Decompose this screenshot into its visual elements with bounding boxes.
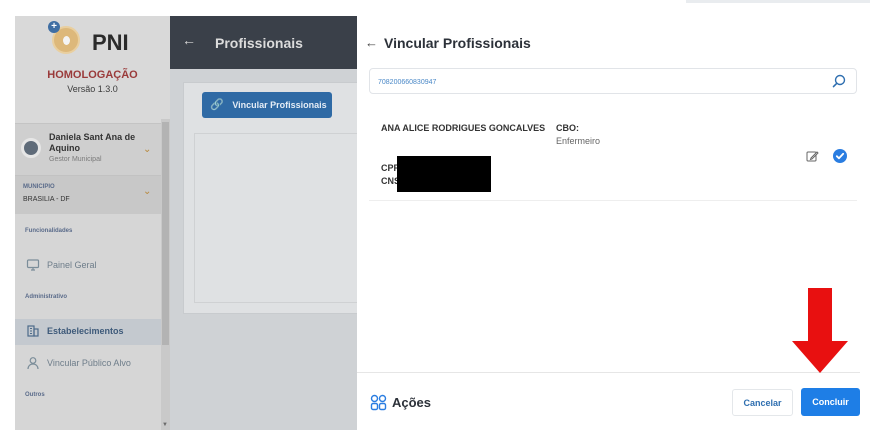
building-icon (26, 324, 40, 338)
section-outros: Outros (25, 392, 45, 398)
sidebar-item-label: Painel Geral (47, 260, 97, 270)
sidebar-item-estabelecimentos[interactable]: Estabelecimentos (15, 319, 163, 345)
version-label: Versão 1.3.0 (67, 84, 118, 94)
drawer-footer: Ações Cancelar Concluir (357, 372, 860, 430)
sidebar: + PNI HOMOLOGAÇÃO Versão 1.3.0 Daniela S… (15, 16, 170, 430)
logo-text: PNI (92, 30, 129, 55)
button-label: Vincular Profissionais (232, 100, 327, 110)
redaction-box (397, 156, 491, 192)
logo-plus-badge: + (48, 21, 60, 33)
municipio-value: BRASILIA - DF (23, 196, 70, 203)
vincular-drawer: ← Vincular Profissionais ANA ALICE RODRI… (357, 16, 860, 430)
link-icon: 🔗 (210, 99, 224, 111)
user-name: Daniela Sant Ana de Aquino (49, 132, 136, 153)
sidebar-item-vincular-publico-alvo[interactable]: Vincular Público Alvo (15, 351, 163, 377)
scrollbar-thumb[interactable] (162, 122, 169, 345)
section-administrativo: Administrativo (25, 294, 68, 300)
sidebar-item-label: Estabelecimentos (47, 326, 124, 336)
page-title: Profissionais (215, 35, 303, 51)
actions-grid-icon (370, 394, 387, 411)
cbo-value: Enfermeiro (556, 136, 601, 146)
concluir-button[interactable]: Concluir (801, 388, 860, 416)
check-circle-icon[interactable] (833, 149, 847, 163)
chevron-down-icon[interactable]: ⌄ (143, 186, 151, 197)
cancel-button[interactable]: Cancelar (732, 389, 793, 416)
top-bar: ← Profissionais (170, 16, 357, 69)
professional-result-card: ANA ALICE RODRIGUES GONCALVES CBO: Enfer… (369, 111, 857, 201)
search-box[interactable] (369, 68, 857, 94)
search-icon[interactable] (831, 73, 847, 89)
chevron-down-icon[interactable]: ⌄ (143, 144, 151, 155)
sidebar-item-label: Vincular Público Alvo (47, 358, 131, 368)
main-content: ← Profissionais 🔗 Vincular Profissionais (170, 16, 358, 430)
app-frame: + PNI HOMOLOGAÇÃO Versão 1.3.0 Daniela S… (15, 16, 860, 430)
sidebar-scrollbar[interactable]: ▼ (161, 119, 170, 430)
drawer-title: Vincular Profissionais (384, 35, 531, 51)
vincular-profissionais-button[interactable]: 🔗 Vincular Profissionais (202, 92, 332, 118)
edit-icon[interactable] (806, 150, 819, 163)
avatar (21, 138, 41, 158)
sidebar-item-painel-geral[interactable]: Painel Geral (15, 253, 163, 279)
user-icon (26, 356, 40, 370)
back-arrow-icon[interactable]: ← (182, 32, 196, 48)
monitor-icon (26, 258, 40, 272)
back-arrow-icon[interactable]: ← (365, 35, 378, 50)
scroll-down-icon[interactable]: ▼ (162, 422, 168, 428)
environment-label: HOMOLOGAÇÃO (47, 69, 138, 81)
brand-header: + PNI HOMOLOGAÇÃO Versão 1.3.0 (15, 16, 170, 124)
section-funcionalidades: Funcionalidades (25, 228, 73, 234)
top-edge-bar (686, 0, 870, 3)
user-role: Gestor Municipal (49, 156, 102, 163)
user-profile[interactable]: Daniela Sant Ana de Aquino Gestor Munici… (15, 124, 170, 176)
card-inner-panel (194, 133, 358, 303)
professional-name: ANA ALICE RODRIGUES GONCALVES (381, 123, 546, 133)
municipio-selector[interactable]: MUNICIPIO BRASILIA - DF ⌄ (15, 176, 170, 214)
annotation-arrow-icon (792, 288, 848, 373)
municipio-label: MUNICIPIO (23, 184, 55, 190)
actions-label: Ações (392, 395, 432, 410)
cbo-label: CBO: (556, 123, 579, 133)
search-input[interactable] (378, 74, 818, 90)
